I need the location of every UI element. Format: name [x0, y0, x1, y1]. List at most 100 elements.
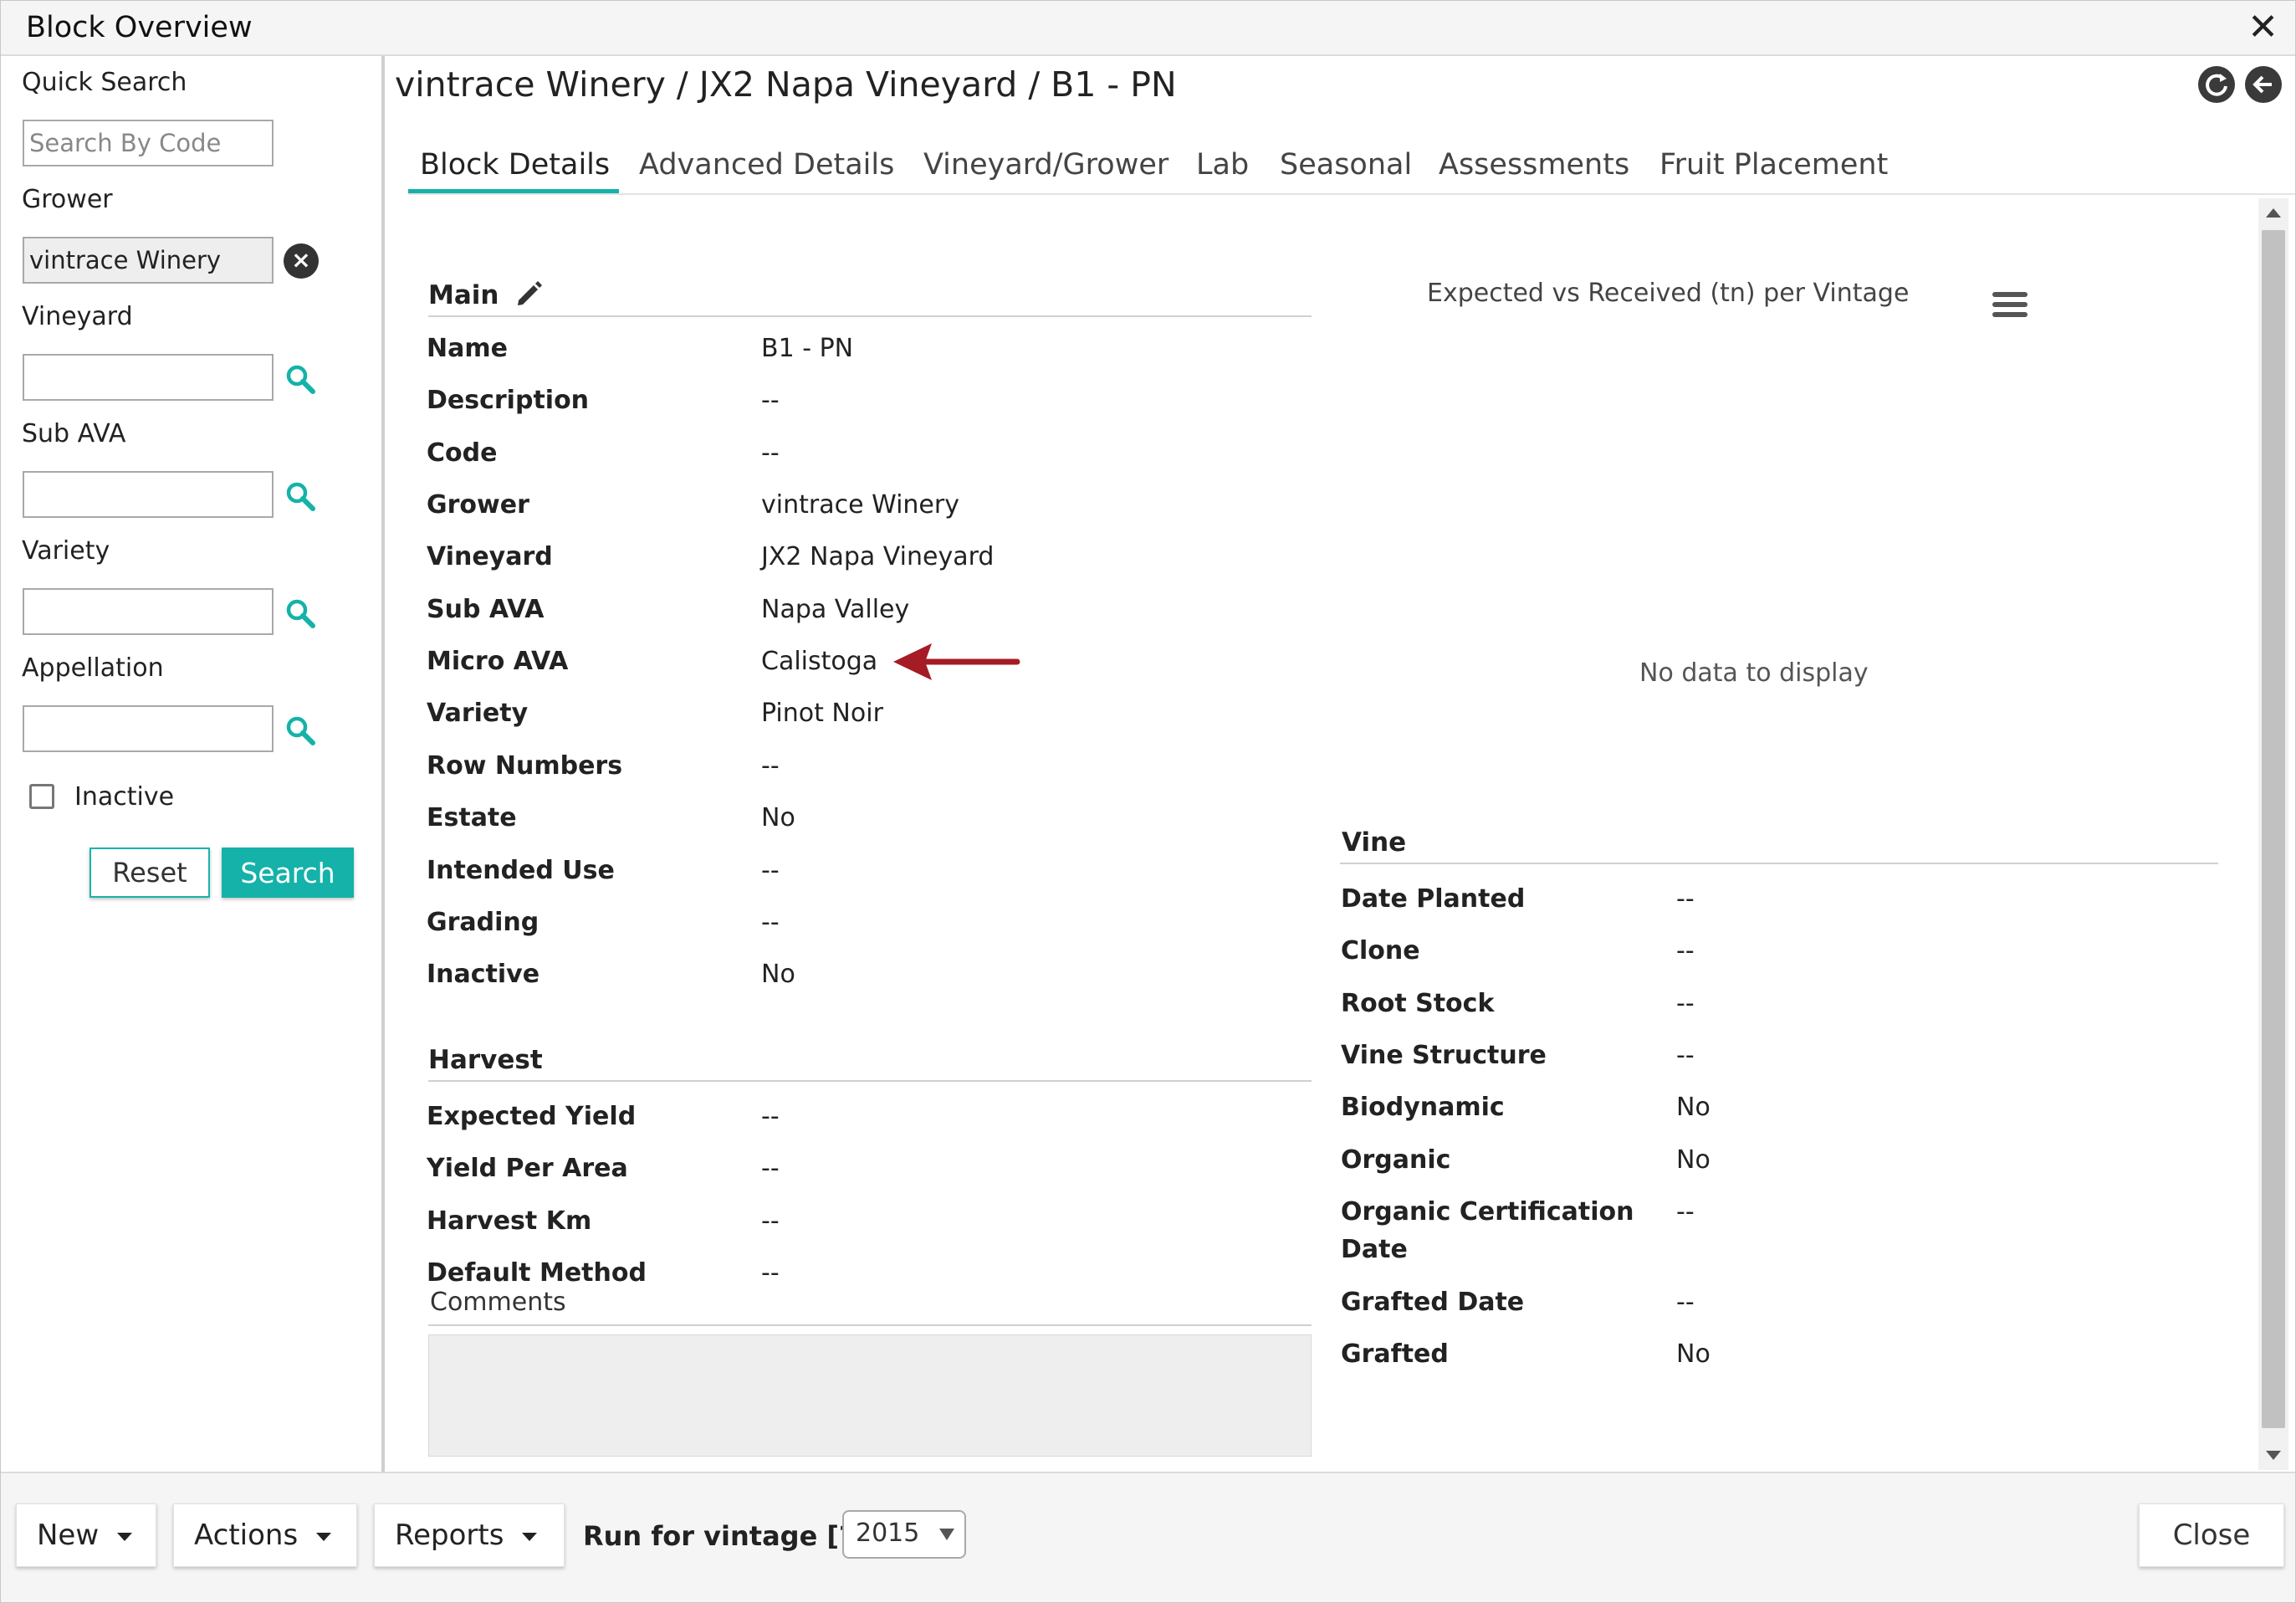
field-value: Calistoga: [761, 647, 878, 676]
field-label: Default Method: [427, 1258, 647, 1288]
new-button[interactable]: New: [16, 1503, 156, 1567]
run-for-vintage-label: Run for vintage [?]: [583, 1520, 867, 1552]
harvest-section-divider: [428, 1080, 1312, 1082]
tab-bar: Block Details Advanced Details Vineyard/…: [408, 148, 2295, 195]
field-value: --: [1676, 989, 1695, 1018]
field-label: Harvest Km: [427, 1206, 592, 1236]
field-value: --: [761, 1206, 780, 1236]
field-label: Biodynamic: [1341, 1093, 1505, 1122]
variety-input[interactable]: [23, 588, 274, 635]
tab-assessments[interactable]: Assessments: [1439, 148, 1629, 182]
actions-button[interactable]: Actions: [173, 1503, 357, 1567]
field-value: Pinot Noir: [761, 699, 883, 728]
field-value: --: [761, 856, 780, 885]
tab-seasonal[interactable]: Seasonal: [1280, 148, 1412, 182]
inactive-checkbox[interactable]: [29, 784, 54, 809]
field-value: --: [761, 386, 780, 415]
tab-advanced-details[interactable]: Advanced Details: [639, 148, 894, 182]
field-label: Vineyard: [427, 542, 553, 571]
field-value: vintrace Winery: [761, 490, 959, 520]
field-value: No: [1676, 1093, 1710, 1122]
field-value: No: [1676, 1339, 1710, 1369]
tab-fruit-placement[interactable]: Fruit Placement: [1659, 148, 1888, 182]
field-label: Description: [427, 386, 590, 415]
field-value: --: [1676, 1197, 1695, 1227]
edit-pencil-icon[interactable]: [514, 279, 544, 309]
vintage-select[interactable]: 2015: [842, 1510, 966, 1559]
tab-vineyard-grower[interactable]: Vineyard/Grower: [923, 148, 1168, 182]
close-button[interactable]: Close: [2139, 1503, 2284, 1567]
quick-search-label: Quick Search: [22, 68, 187, 97]
field-label: Code: [427, 438, 498, 468]
field-label: Intended Use: [427, 856, 615, 885]
scroll-down-icon[interactable]: [2266, 1451, 2281, 1460]
window-title: Block Overview: [26, 11, 253, 44]
field-label: Yield Per Area: [427, 1154, 628, 1183]
vertical-scrollbar[interactable]: [2258, 198, 2288, 1470]
title-bar: Block Overview ✕: [1, 1, 2295, 56]
vineyard-label: Vineyard: [22, 302, 133, 331]
field-value: JX2 Napa Vineyard: [761, 542, 995, 571]
reset-button[interactable]: Reset: [89, 848, 210, 898]
reports-button-label: Reports: [395, 1518, 504, 1552]
tab-lab[interactable]: Lab: [1196, 148, 1249, 182]
inactive-label: Inactive: [74, 782, 175, 812]
chart-title: Expected vs Received (tn) per Vintage: [1427, 279, 1910, 308]
close-icon[interactable]: ✕: [2247, 9, 2278, 46]
hamburger-menu-icon[interactable]: [1992, 292, 2028, 320]
main-section-title: Main: [428, 280, 499, 310]
main-panel: vintrace Winery / JX2 Napa Vineyard / B1…: [386, 56, 2295, 1472]
search-button[interactable]: Search: [222, 848, 354, 898]
field-label: Row Numbers: [427, 751, 623, 781]
field-value: --: [1676, 1288, 1695, 1317]
field-value: No: [761, 960, 795, 989]
search-icon[interactable]: [284, 714, 317, 747]
field-value: --: [761, 1258, 780, 1288]
field-label: Expected Yield: [427, 1102, 637, 1131]
comments-divider: [428, 1324, 1312, 1326]
active-tab-indicator: [408, 189, 619, 193]
tab-block-details[interactable]: Block Details: [420, 148, 610, 182]
field-value: Napa Valley: [761, 595, 910, 624]
field-value: --: [1676, 884, 1695, 914]
breadcrumb: vintrace Winery / JX2 Napa Vineyard / B1…: [395, 64, 1177, 105]
search-icon[interactable]: [284, 479, 317, 513]
sub-ava-input[interactable]: [23, 471, 274, 518]
comments-textarea[interactable]: [428, 1334, 1312, 1457]
vineyard-input[interactable]: [23, 354, 274, 401]
search-icon[interactable]: [284, 362, 317, 396]
appellation-input[interactable]: [23, 705, 274, 752]
refresh-icon[interactable]: [2198, 66, 2235, 103]
field-label: Vine Structure: [1341, 1041, 1547, 1070]
caret-down-icon: [522, 1532, 538, 1541]
reports-button[interactable]: Reports: [374, 1503, 565, 1567]
back-arrow-icon[interactable]: [2245, 66, 2282, 103]
caret-down-icon: [316, 1532, 332, 1541]
annotation-arrow: [893, 643, 1020, 680]
clear-icon[interactable]: ×: [284, 243, 319, 279]
caret-down-icon: [117, 1532, 133, 1541]
field-value: B1 - PN: [761, 334, 854, 363]
field-label-continued: Date: [1341, 1235, 1408, 1264]
chart-empty-message: No data to display: [1639, 658, 1869, 688]
new-button-label: New: [37, 1518, 100, 1552]
main-section-divider: [428, 315, 1312, 317]
field-label: Micro AVA: [427, 647, 569, 676]
field-label: Organic: [1341, 1145, 1451, 1175]
field-label: Estate: [427, 803, 517, 832]
field-label: Root Stock: [1341, 989, 1495, 1018]
scrollbar-thumb[interactable]: [2262, 230, 2285, 1428]
quick-search-input[interactable]: [23, 120, 274, 166]
field-value: No: [761, 803, 795, 832]
grower-field[interactable]: [23, 237, 274, 284]
vine-section-title: Vine: [1342, 827, 1407, 858]
scroll-up-icon[interactable]: [2266, 208, 2281, 218]
field-value: --: [761, 1154, 780, 1183]
field-value: No: [1676, 1145, 1710, 1175]
field-label: Inactive: [427, 960, 540, 989]
field-label: Organic Certification: [1341, 1197, 1634, 1227]
grower-label: Grower: [22, 185, 113, 214]
search-icon[interactable]: [284, 597, 317, 630]
actions-button-label: Actions: [194, 1518, 299, 1552]
footer-toolbar: New Actions Reports Run for vintage [?] …: [1, 1472, 2295, 1602]
